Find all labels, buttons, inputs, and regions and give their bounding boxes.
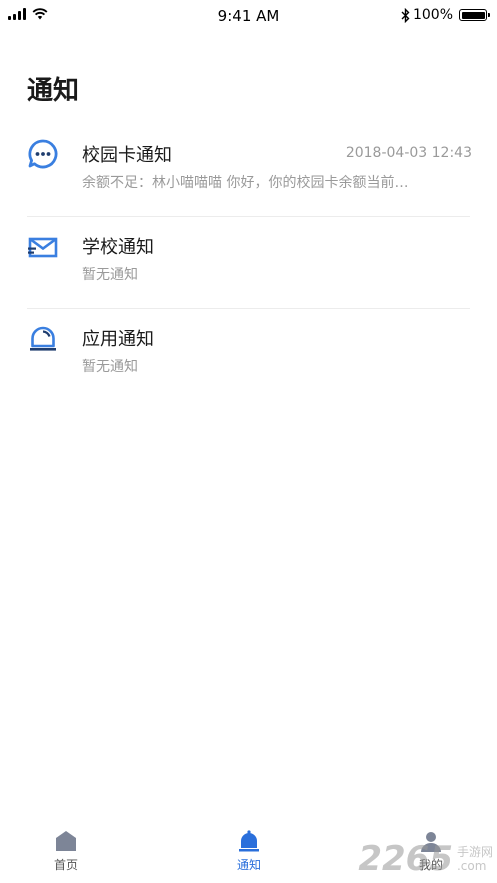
bell-icon	[30, 326, 56, 351]
watermark-number: 2265	[358, 839, 453, 879]
bell-icon	[239, 830, 259, 852]
notification-preview: 暂无通知	[82, 267, 138, 283]
bluetooth-icon	[401, 7, 410, 23]
notification-preview: 余额不足：林小喵喵喵 你好，你的校园卡余额当前…	[82, 175, 409, 191]
status-right: 100%	[401, 7, 490, 23]
tab-home[interactable]: 首页	[26, 829, 106, 873]
chat-bubble-icon	[28, 139, 58, 169]
battery-percent: 100%	[412, 7, 453, 23]
tab-label: 通知	[236, 858, 261, 872]
watermark-text-line1: 手游网	[456, 845, 493, 859]
watermark-text-line2: .com	[456, 859, 487, 873]
status-bar: 9:41 AM 100%	[0, 0, 497, 34]
notification-title: 应用通知	[82, 329, 154, 350]
notification-title: 校园卡通知	[82, 145, 172, 166]
tab-bar: 首页 通知 我的 2265 手游网 .com	[0, 823, 497, 883]
notification-preview: 暂无通知	[82, 359, 138, 375]
battery-icon	[459, 9, 490, 21]
envelope-icon	[28, 237, 58, 258]
notification-list: 校园卡通知 2018-04-03 12:43 余额不足：林小喵喵喵 你好，你的校…	[0, 125, 497, 401]
notification-title: 学校通知	[82, 237, 154, 258]
watermark-text: 手游网 .com	[457, 845, 493, 873]
notification-item-app[interactable]: 应用通知 暂无通知	[0, 309, 497, 401]
notification-item-campus-card[interactable]: 校园卡通知 2018-04-03 12:43 余额不足：林小喵喵喵 你好，你的校…	[0, 125, 497, 217]
watermark-logo: 2265 手游网 .com	[358, 839, 493, 879]
home-icon	[56, 831, 76, 851]
notification-time: 2018-04-03 12:43	[345, 145, 472, 161]
tab-notifications[interactable]: 通知	[209, 829, 289, 873]
page-title: 通知	[27, 76, 80, 106]
tab-label: 首页	[53, 858, 78, 872]
notification-item-school[interactable]: 学校通知 暂无通知	[0, 217, 497, 309]
